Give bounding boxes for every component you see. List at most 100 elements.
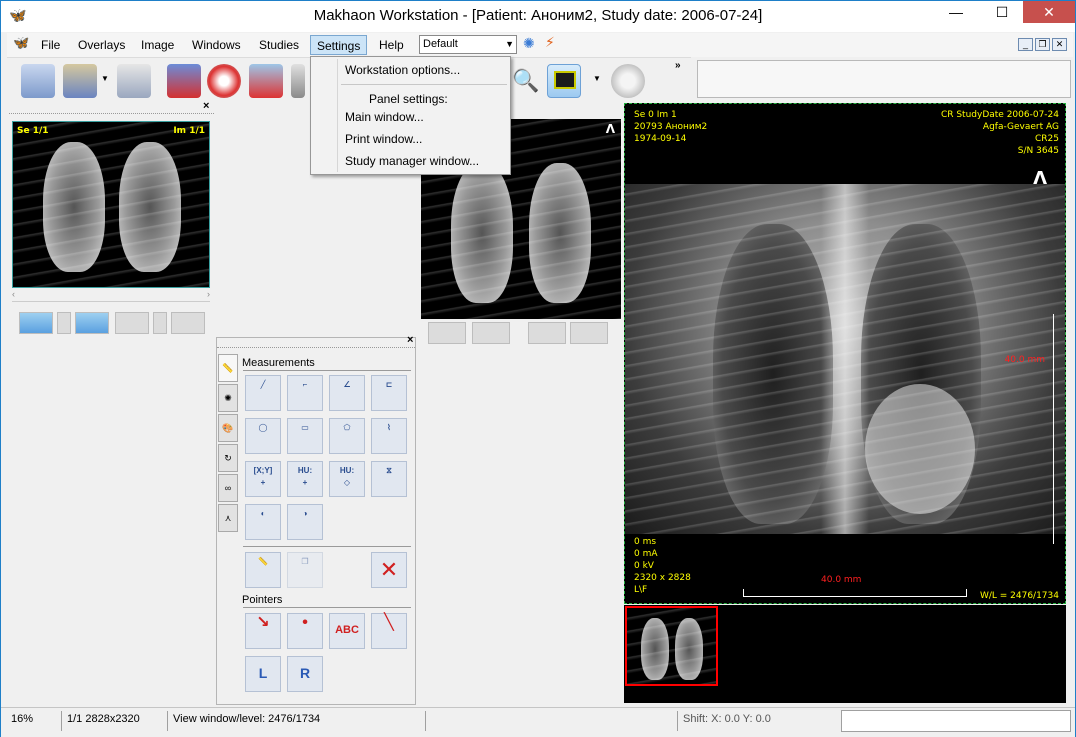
l-label: L [258,665,268,681]
gear-icon[interactable]: ✺ [523,35,535,52]
calibrate-2-tool-icon[interactable]: ◑ [287,504,323,540]
next-series-button[interactable] [171,312,205,334]
rectangle-tool-icon[interactable]: ▭ [287,418,323,454]
print-icon[interactable] [291,64,305,98]
gear-settings-icon[interactable] [611,64,645,98]
tab-angle-icon[interactable]: ⋏ [218,504,238,532]
overlay-study-date: CR StudyDate 2006-07-24 [940,110,1059,120]
copy-tool-icon[interactable]: ❐ [287,552,323,588]
measurement-tool-palette: × 📏 ✺ 🎨 ↻ ∞ ⋏ Measurements ╱ ⌐ ∠ ⊏ ◯ ▭ ⬠… [216,334,416,705]
first-image-button[interactable] [19,312,53,334]
monitor-layout-icon[interactable] [547,64,581,98]
document-logo-icon: 🦋 [13,35,30,50]
edit-icon[interactable] [117,64,151,98]
mid-rewind-button[interactable] [528,322,566,344]
scroll-right-icon[interactable]: › [207,289,210,299]
hu-label-2: HU: [339,466,355,475]
profile-tool-icon[interactable]: ⧖ [371,461,407,497]
menu-studies[interactable]: Studies [253,35,305,55]
prev-series-button[interactable] [115,312,149,334]
tab-rotate-icon[interactable]: ↻ [218,444,238,472]
minimize-button[interactable]: — [933,1,979,23]
thumbnail-selected[interactable] [625,606,718,686]
series-nav-buttons [19,312,209,334]
usb-export-icon[interactable] [249,64,283,98]
overlay-window-level: W/L = 2476/1734 [979,591,1059,601]
menu-file[interactable]: File [35,35,66,55]
preset-select[interactable]: Default ▼ [419,35,517,54]
delete-tool-icon[interactable]: ✕ [371,552,407,588]
tab-links-icon[interactable]: ∞ [218,474,238,502]
menu-windows[interactable]: Windows [186,35,247,55]
menu-settings[interactable]: Settings [310,35,368,55]
window-title: Makhaon Workstation - [Patient: Аноним2,… [313,7,763,24]
chevron-down-icon[interactable]: ▼ [101,74,109,83]
angle-tool-icon[interactable]: ∠ [329,375,365,411]
mdi-minimize-button[interactable]: _ [1018,38,1033,51]
dot-pointer-icon[interactable]: • [287,613,323,649]
network-study-icon[interactable] [63,64,97,98]
r-label: R [299,665,311,681]
toolbar-right-area [697,60,1071,98]
left-marker-icon[interactable]: L [245,656,281,692]
overlay-orientation: L\F [634,585,648,595]
freehand-tool-icon[interactable]: ⌇ [371,418,407,454]
horizontal-scrollbar[interactable]: ‹ › [12,289,210,302]
maximize-button[interactable]: ☐ [979,1,1025,23]
polygon-tool-icon[interactable]: ⬠ [329,418,365,454]
coordinate-tool-icon[interactable]: [X;Y] + [245,461,281,497]
tab-measurements-icon[interactable]: 📏 [218,354,238,382]
close-button[interactable]: ✕ [1023,1,1075,23]
last-image-button[interactable] [75,312,109,334]
line-tool-icon[interactable]: ╱ [245,375,281,411]
close-icon[interactable]: × [203,100,209,112]
burn-cd-icon[interactable] [207,64,241,98]
abc-label: ABC [335,624,359,636]
menu-image[interactable]: Image [135,35,180,55]
series-thumbnail[interactable]: Se 1/1 Im 1/1 [12,121,210,288]
cobb-angle-tool-icon[interactable]: ⊏ [371,375,407,411]
mid-forward-button[interactable] [570,322,608,344]
settings-dropdown-menu: Workstation options... Panel settings: M… [310,56,511,175]
close-icon[interactable]: × [407,334,413,346]
status-shift: Shift: X: 0.0 Y: 0.0 [683,713,771,725]
menu-help[interactable]: Help [373,35,410,55]
overlay-top-left: Se 0 Im 1 20793 Аноним2 1974-09-14 [634,109,707,145]
overlay-manufacturer: Agfa-Gevaert AG [982,122,1059,132]
open-study-icon[interactable] [21,64,55,98]
magnifier-icon[interactable]: 🔍 [509,64,543,98]
menu-bar: 🦋 File Overlays Image Windows Studies Se… [7,33,1073,57]
status-field[interactable] [841,710,1071,732]
chevron-down-icon[interactable]: ▼ [593,74,601,83]
tab-adjust-icon[interactable]: ✺ [218,384,238,412]
line-pointer-icon[interactable]: ╲ [371,613,407,649]
separator-button-2[interactable] [153,312,167,334]
left-series-panel: × Se 1/1 Im 1/1 ‹ › [9,100,214,340]
export-icon[interactable] [167,64,201,98]
text-pointer-icon[interactable]: ABC [329,613,365,649]
tab-color-icon[interactable]: 🎨 [218,414,238,442]
mid-prev-button[interactable] [428,322,466,344]
separator-button[interactable] [57,312,71,334]
ellipse-tool-icon[interactable]: ◯ [245,418,281,454]
mid-next-button[interactable] [472,322,510,344]
hu-region-tool-icon[interactable]: HU: ◇ [329,461,365,497]
menu-item-workstation-options[interactable]: Workstation options... [345,63,460,77]
main-image-viewer[interactable]: Se 0 Im 1 20793 Аноним2 1974-09-14 CR St… [624,103,1066,604]
right-marker-icon[interactable]: R [287,656,323,692]
hu-point-tool-icon[interactable]: HU: + [287,461,323,497]
toolbar-overflow-icon[interactable]: » [675,60,681,71]
mdi-restore-button[interactable]: ❐ [1035,38,1050,51]
menu-item-print-window[interactable]: Print window... [345,132,422,146]
overlay-exposure-time: 0 ms [634,537,657,547]
scroll-left-icon[interactable]: ‹ [12,289,15,299]
lightning-icon[interactable]: ⚡ [545,34,555,51]
mdi-close-button[interactable]: ✕ [1052,38,1067,51]
menu-item-main-window[interactable]: Main window... [345,110,424,124]
calibrate-tool-icon[interactable]: ◐ [245,504,281,540]
ruler-tool-icon[interactable]: 📏 [245,552,281,588]
menu-overlays[interactable]: Overlays [72,35,131,55]
polyline-tool-icon[interactable]: ⌐ [287,375,323,411]
menu-item-study-manager-window[interactable]: Study manager window... [345,154,479,168]
arrow-pointer-icon[interactable]: ↘ [245,613,281,649]
